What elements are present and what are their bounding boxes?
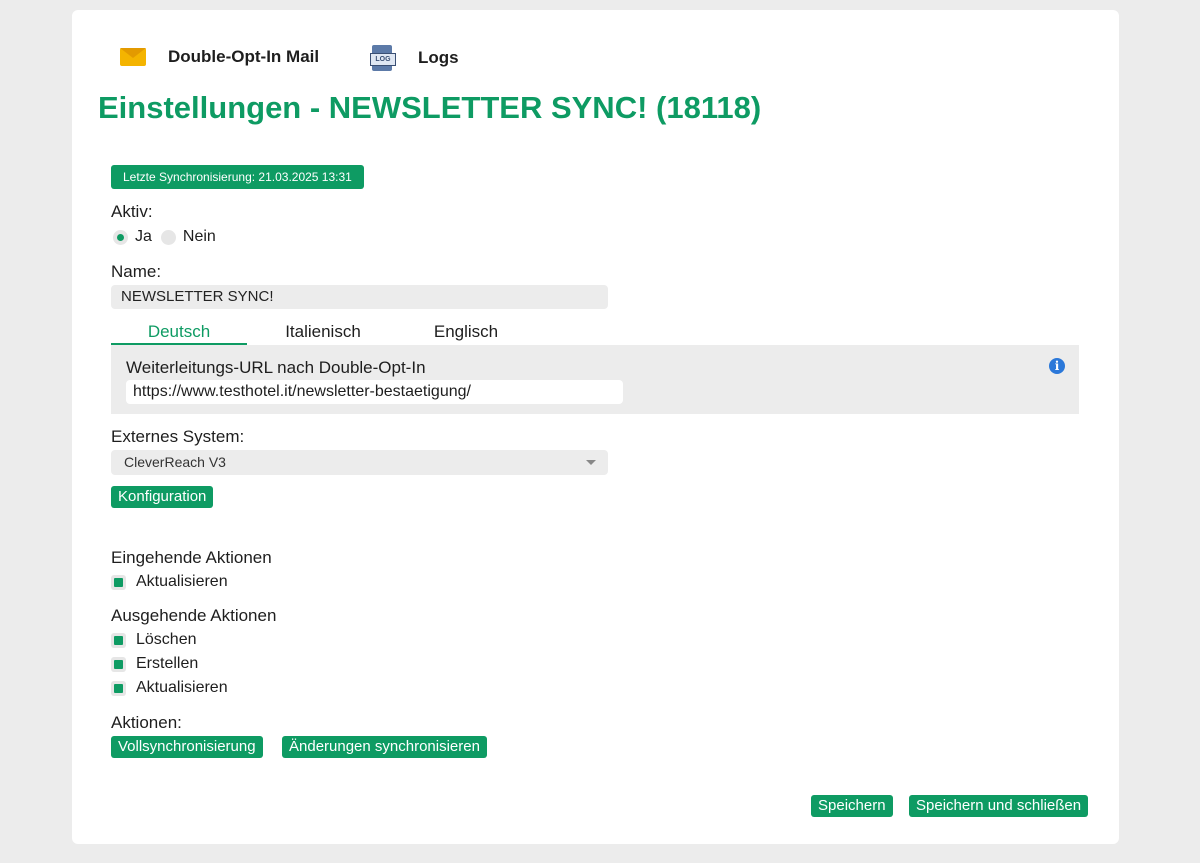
- name-label: Name:: [111, 262, 162, 281]
- checkbox-label: Aktualisieren: [136, 679, 228, 696]
- sync-changes-button[interactable]: Änderungen synchronisieren: [282, 736, 487, 758]
- configuration-button[interactable]: Konfiguration: [111, 486, 214, 508]
- external-system-value: CleverReach V3: [124, 454, 226, 470]
- checkbox-label: Erstellen: [136, 655, 199, 672]
- radio-no-label: Nein: [182, 228, 216, 245]
- external-system-label: Externes System:: [111, 427, 245, 446]
- active-label: Aktiv:: [111, 202, 153, 221]
- info-icon[interactable]: i: [1049, 358, 1065, 374]
- actions-label: Aktionen:: [111, 713, 182, 732]
- redirect-url-label: Weiterleitungs-URL nach Double-Opt-In: [126, 358, 426, 377]
- active-radio-group: Ja Nein: [113, 228, 225, 246]
- active-radio-yes[interactable]: Ja: [113, 228, 152, 246]
- incoming-actions-label: Eingehende Aktionen: [111, 548, 272, 567]
- name-field[interactable]: NEWSLETTER SYNC!: [111, 285, 608, 309]
- redirect-url-input[interactable]: https://www.testhotel.it/newsletter-best…: [126, 380, 623, 404]
- tab-italienisch[interactable]: Italienisch: [255, 321, 391, 343]
- save-and-close-button[interactable]: Speichern und schließen: [909, 795, 1089, 817]
- outgoing-actions-label: Ausgehende Aktionen: [111, 606, 277, 625]
- checkbox-label: Aktualisieren: [136, 573, 228, 590]
- save-button[interactable]: Speichern: [811, 795, 893, 817]
- radio-no-indicator[interactable]: [160, 229, 176, 245]
- envelope-icon: [120, 48, 146, 66]
- tab-deutsch[interactable]: Deutsch: [111, 321, 247, 345]
- nav-logs[interactable]: LOG Logs: [370, 45, 459, 71]
- checkbox-indicator[interactable]: [111, 574, 126, 590]
- checkbox-indicator[interactable]: [111, 632, 126, 648]
- radio-yes-indicator[interactable]: [113, 229, 128, 245]
- tab-englisch[interactable]: Englisch: [398, 321, 534, 343]
- chevron-down-icon: [586, 460, 596, 465]
- radio-yes-label: Ja: [135, 228, 152, 245]
- incoming-update-checkbox[interactable]: Aktualisieren: [111, 573, 228, 591]
- nav-doi-mail-label: Double-Opt-In Mail: [168, 47, 320, 66]
- active-radio-no[interactable]: Nein: [160, 228, 216, 246]
- page-title: Einstellungen - NEWSLETTER SYNC! (18118): [98, 90, 762, 125]
- outgoing-create-checkbox[interactable]: Erstellen: [111, 655, 198, 673]
- last-sync-badge: Letzte Synchronisierung: 21.03.2025 13:3…: [111, 165, 364, 189]
- checkbox-indicator[interactable]: [111, 656, 126, 672]
- external-system-select[interactable]: CleverReach V3: [111, 450, 608, 475]
- nav-doi-mail[interactable]: Double-Opt-In Mail: [120, 47, 319, 67]
- checkbox-indicator[interactable]: [111, 680, 126, 696]
- log-file-icon: LOG: [370, 45, 396, 71]
- outgoing-delete-checkbox[interactable]: Löschen: [111, 631, 197, 649]
- checkbox-label: Löschen: [136, 631, 197, 648]
- nav-logs-label: Logs: [418, 48, 459, 67]
- full-sync-button[interactable]: Vollsynchronisierung: [111, 736, 263, 758]
- outgoing-update-checkbox[interactable]: Aktualisieren: [111, 679, 228, 697]
